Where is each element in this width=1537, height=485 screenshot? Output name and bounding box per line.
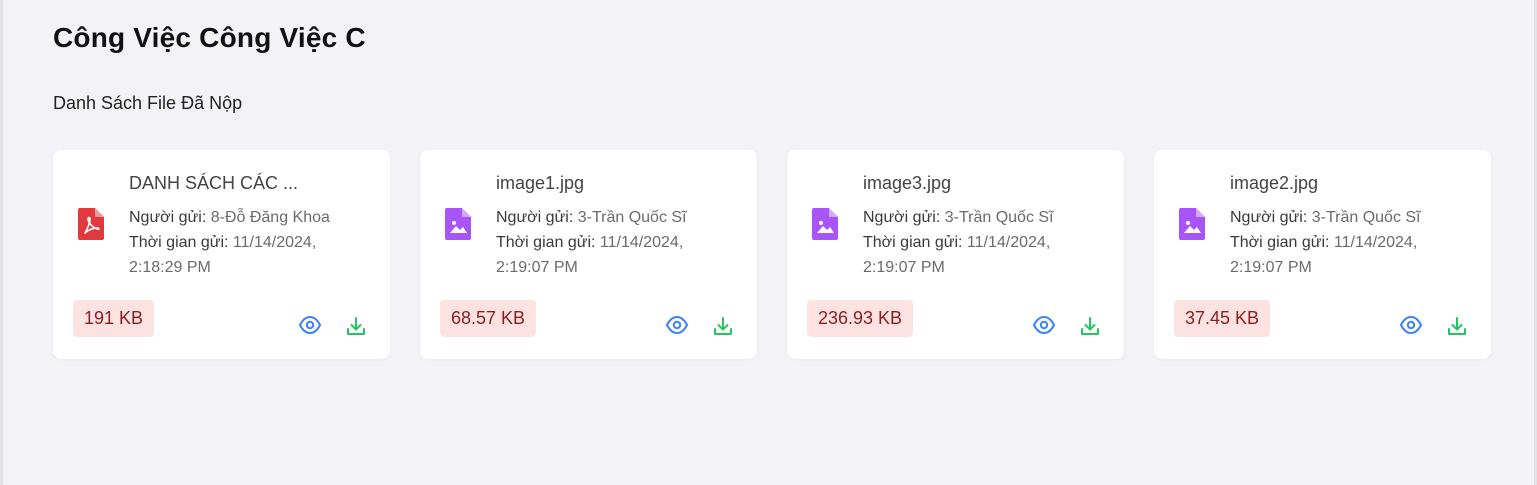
pdf-file-icon [78, 208, 104, 240]
file-card: image1.jpg Người gửi: 3-Trần Quốc Sĩ Thờ… [420, 150, 757, 359]
view-icon[interactable] [665, 315, 689, 335]
file-meta: Người gửi: 3-Trần Quốc Sĩ Thời gian gửi:… [863, 205, 1108, 280]
file-meta: Người gửi: 3-Trần Quốc Sĩ Thời gian gửi:… [496, 205, 741, 280]
file-name[interactable]: DANH SÁCH CÁC ... [129, 173, 369, 194]
file-card-list: DANH SÁCH CÁC ... Người gửi: 8-Đỗ Đăng K… [53, 150, 1491, 359]
file-size-badge: 68.57 KB [440, 300, 537, 337]
page: Công Việc Công Việc C Danh Sách File Đã … [0, 0, 1537, 485]
time-value-line2: 2:18:29 PM [129, 259, 211, 276]
download-icon[interactable] [1446, 315, 1468, 337]
sender-value: 3-Trần Quốc Sĩ [1311, 209, 1421, 226]
sender-label: Người gửi: [863, 209, 941, 226]
time-label: Thời gian gửi: [129, 234, 229, 251]
download-icon[interactable] [1079, 315, 1101, 337]
image-file-icon [1179, 208, 1205, 240]
file-name[interactable]: image2.jpg [1230, 173, 1470, 194]
view-icon[interactable] [298, 315, 322, 335]
download-icon[interactable] [345, 315, 367, 337]
file-name[interactable]: image1.jpg [496, 173, 736, 194]
time-value-line2: 2:19:07 PM [496, 259, 578, 276]
sender-value: 8-Đỗ Đăng Khoa [210, 209, 330, 226]
file-meta: Người gửi: 3-Trần Quốc Sĩ Thời gian gửi:… [1230, 205, 1475, 280]
page-title: Công Việc Công Việc C [53, 22, 366, 53]
time-value: 11/14/2024, [232, 234, 317, 251]
file-card: image2.jpg Người gửi: 3-Trần Quốc Sĩ Thờ… [1154, 150, 1491, 359]
time-value: 11/14/2024, [1333, 234, 1418, 251]
time-label: Thời gian gửi: [496, 234, 596, 251]
time-value: 11/14/2024, [966, 234, 1051, 251]
image-file-icon [812, 208, 838, 240]
sender-label: Người gửi: [496, 209, 574, 226]
file-name[interactable]: image3.jpg [863, 173, 1103, 194]
time-label: Thời gian gửi: [863, 234, 963, 251]
section-title: Danh Sách File Đã Nộp [53, 93, 243, 113]
file-size-badge: 191 KB [73, 300, 155, 337]
file-size-badge: 37.45 KB [1174, 300, 1271, 337]
view-icon[interactable] [1399, 315, 1423, 335]
file-card: image3.jpg Người gửi: 3-Trần Quốc Sĩ Thờ… [787, 150, 1124, 359]
file-card: DANH SÁCH CÁC ... Người gửi: 8-Đỗ Đăng K… [53, 150, 390, 359]
time-value-line2: 2:19:07 PM [1230, 259, 1312, 276]
time-value-line2: 2:19:07 PM [863, 259, 945, 276]
file-meta: Người gửi: 8-Đỗ Đăng Khoa Thời gian gửi:… [129, 205, 374, 280]
sender-label: Người gửi: [1230, 209, 1308, 226]
sender-label: Người gửi: [129, 209, 207, 226]
sender-value: 3-Trần Quốc Sĩ [944, 209, 1054, 226]
file-size-badge: 236.93 KB [807, 300, 914, 337]
view-icon[interactable] [1032, 315, 1056, 335]
time-value: 11/14/2024, [599, 234, 684, 251]
download-icon[interactable] [712, 315, 734, 337]
image-file-icon [445, 208, 471, 240]
time-label: Thời gian gửi: [1230, 234, 1330, 251]
sender-value: 3-Trần Quốc Sĩ [577, 209, 687, 226]
